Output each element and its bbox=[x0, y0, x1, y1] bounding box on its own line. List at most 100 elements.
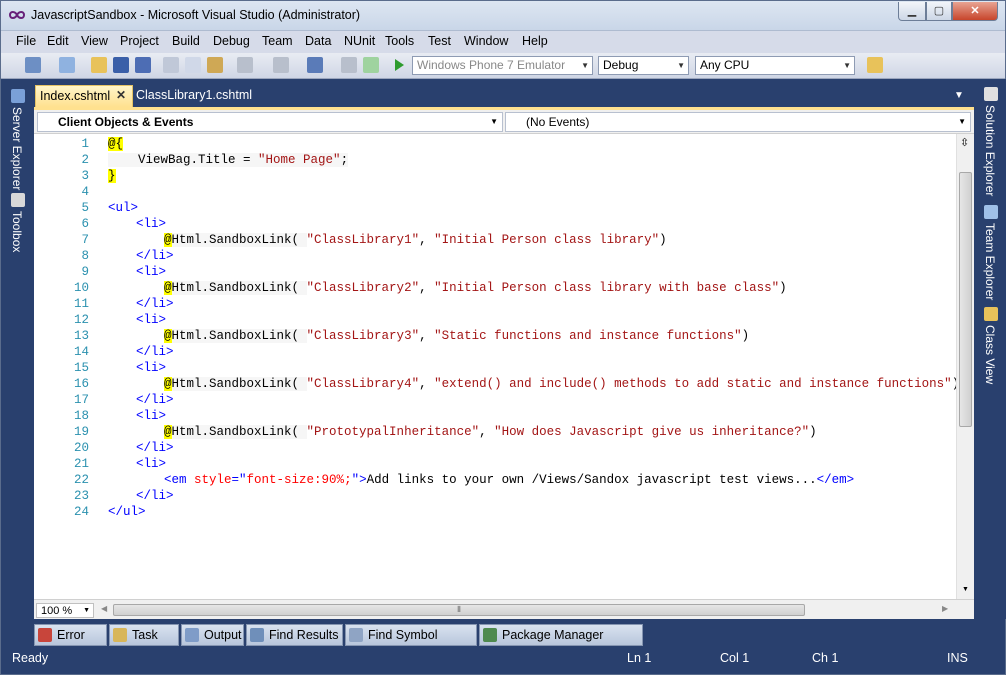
code-text: ) bbox=[809, 425, 817, 439]
cut-icon[interactable] bbox=[163, 57, 179, 73]
line-number: 4 bbox=[81, 185, 89, 199]
code-text: Html.SandboxLink( bbox=[171, 281, 307, 295]
cpu-combo[interactable]: Any CPU ▼ bbox=[695, 56, 855, 75]
tab-output[interactable]: Output bbox=[181, 624, 244, 646]
code-line: <em style="font-size:90%;">Add links to … bbox=[164, 472, 854, 488]
code-line: @{ bbox=[108, 136, 124, 152]
code-tag: "> bbox=[351, 473, 367, 487]
line-number: 24 bbox=[73, 505, 89, 519]
horizontal-scroll-thumb[interactable]: ⦀ bbox=[113, 604, 805, 616]
error-list-icon bbox=[38, 628, 52, 642]
new-project-icon[interactable] bbox=[25, 57, 41, 73]
objects-value: Client Objects & Events bbox=[58, 115, 194, 129]
tab-task-list[interactable]: Task List bbox=[109, 624, 179, 662]
code-string: "Home Page" bbox=[258, 153, 341, 167]
undo-icon[interactable] bbox=[237, 57, 253, 73]
menu-help[interactable]: Help bbox=[522, 34, 548, 48]
tab-find-results-2[interactable]: Find Results 2 bbox=[246, 624, 343, 662]
code-line: @Html.SandboxLink( "ClassLibrary2", "Ini… bbox=[164, 280, 787, 296]
team-explorer-tab[interactable]: Team Explorer bbox=[983, 223, 997, 300]
menu-view[interactable]: View bbox=[81, 34, 108, 48]
redo-icon[interactable] bbox=[273, 57, 289, 73]
code-text: , bbox=[479, 425, 495, 439]
razor-marker: @ bbox=[164, 425, 172, 439]
scroll-right-icon[interactable]: ▶ bbox=[942, 604, 948, 613]
status-bar: Ready Ln 1 Col 1 Ch 1 INS bbox=[1, 646, 1005, 674]
server-explorer-tab[interactable]: Server Explorer bbox=[10, 107, 24, 190]
code-line: </ul> bbox=[108, 505, 146, 519]
minimize-button[interactable]: ▁ bbox=[898, 2, 926, 21]
code-line: @Html.SandboxLink( "ClassLibrary4", "ext… bbox=[164, 376, 956, 392]
menu-nunit[interactable]: NUnit bbox=[344, 34, 375, 48]
code-string: "How does Javascript give us inheritance… bbox=[494, 425, 810, 439]
tab-find-symbol-results[interactable]: Find Symbol Results bbox=[345, 624, 477, 662]
scroll-left-icon[interactable]: ◀ bbox=[101, 604, 107, 613]
menu-window[interactable]: Window bbox=[464, 34, 508, 48]
start-debugging-icon[interactable] bbox=[391, 57, 407, 73]
solution-explorer-icon bbox=[984, 87, 998, 101]
attach-icon[interactable] bbox=[363, 57, 379, 73]
open-folder-icon[interactable] bbox=[91, 57, 107, 73]
status-ready: Ready bbox=[12, 651, 49, 665]
menu-project[interactable]: Project bbox=[120, 34, 159, 48]
close-tab-icon[interactable]: ✕ bbox=[116, 88, 126, 102]
line-number: 21 bbox=[73, 457, 89, 471]
maximize-button[interactable]: ▢ bbox=[926, 2, 952, 21]
events-combo[interactable]: (No Events) ▼ bbox=[505, 112, 971, 132]
save-all-icon[interactable] bbox=[135, 57, 151, 73]
vertical-scrollbar[interactable]: ⇳ ▼ bbox=[956, 134, 974, 599]
toolbox-tab[interactable]: Toolbox bbox=[10, 211, 24, 252]
paste-icon[interactable] bbox=[207, 57, 223, 73]
code-line: @Html.SandboxLink( "PrototypalInheritanc… bbox=[164, 424, 817, 440]
zoom-combo[interactable]: 100 % ▼ bbox=[36, 603, 94, 618]
status-insert-mode: INS bbox=[947, 651, 968, 665]
navigate-back-icon[interactable] bbox=[307, 57, 323, 73]
code-editor: Client Objects & Events ▼ (No Events) ▼ 1 … bbox=[34, 107, 974, 619]
menu-data[interactable]: Data bbox=[305, 34, 331, 48]
find-in-files-icon[interactable] bbox=[867, 57, 883, 73]
tab-error-list[interactable]: Error List bbox=[34, 624, 107, 662]
platform-target-combo[interactable]: Windows Phone 7 Emulator ▼ bbox=[412, 56, 593, 75]
razor-marker: @ bbox=[164, 233, 172, 247]
code-line: <li> bbox=[136, 457, 167, 471]
code-line: } bbox=[108, 168, 116, 184]
add-item-icon[interactable] bbox=[59, 57, 75, 73]
menu-debug[interactable]: Debug bbox=[213, 34, 250, 48]
razor-marker: @ bbox=[164, 377, 172, 391]
copy-icon[interactable] bbox=[185, 57, 201, 73]
configuration-combo[interactable]: Debug ▼ bbox=[598, 56, 689, 75]
tab-classlibrary1-cshtml[interactable]: ClassLibrary1.cshtml bbox=[136, 88, 252, 102]
code-text: Html.SandboxLink( bbox=[171, 425, 307, 439]
chevron-down-icon: ▼ bbox=[843, 61, 851, 70]
menu-file[interactable]: File bbox=[16, 34, 36, 48]
code-text: , bbox=[419, 233, 435, 247]
tab-package-manager-console[interactable]: Package Manager Console bbox=[479, 624, 643, 662]
chevron-down-icon: ▼ bbox=[581, 61, 589, 70]
code-text: Html.SandboxLink( bbox=[171, 377, 307, 391]
code-string: "ClassLibrary2" bbox=[306, 281, 420, 295]
code-line: <li> bbox=[136, 313, 167, 327]
objects-combo[interactable]: Client Objects & Events ▼ bbox=[37, 112, 503, 132]
razor-marker: @ bbox=[164, 329, 172, 343]
server-explorer-icon bbox=[11, 89, 25, 103]
tab-dropdown-icon[interactable]: ▼ bbox=[954, 90, 964, 101]
close-button[interactable]: ✕ bbox=[952, 2, 998, 21]
code-line: </li> bbox=[136, 249, 174, 263]
code-string: "PrototypalInheritance" bbox=[306, 425, 480, 439]
line-number: 7 bbox=[81, 233, 89, 247]
menu-tools[interactable]: Tools bbox=[385, 34, 414, 48]
code-text-area[interactable]: @{ ViewBag.Title = "Home Page"; } <ul> <… bbox=[108, 134, 956, 599]
tab-index-cshtml[interactable]: Index.cshtml ✕ bbox=[35, 85, 133, 107]
navigate-forward-icon[interactable] bbox=[341, 57, 357, 73]
vertical-scroll-thumb[interactable] bbox=[959, 172, 972, 427]
line-number: 17 bbox=[73, 393, 89, 407]
menu-build[interactable]: Build bbox=[172, 34, 200, 48]
class-view-tab[interactable]: Class View bbox=[983, 325, 997, 384]
save-icon[interactable] bbox=[113, 57, 129, 73]
solution-explorer-tab[interactable]: Solution Explorer bbox=[983, 105, 997, 196]
menu-edit[interactable]: Edit bbox=[47, 34, 69, 48]
split-handle-icon[interactable]: ⇳ bbox=[960, 136, 969, 149]
scroll-down-icon[interactable]: ▼ bbox=[962, 586, 969, 593]
menu-team[interactable]: Team bbox=[262, 34, 293, 48]
menu-test[interactable]: Test bbox=[428, 34, 451, 48]
